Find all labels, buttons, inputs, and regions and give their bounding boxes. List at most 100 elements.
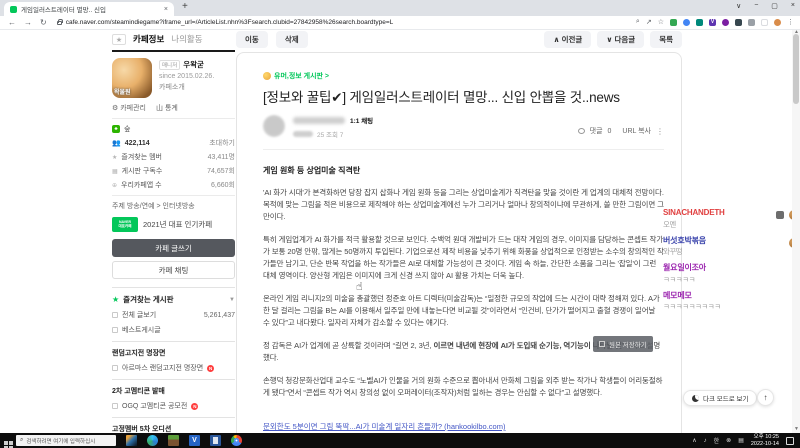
screen: 게임일러스트레이터 멸망.. 신입 × + ∨ − ▢ × ← → ↻ cafe… [0,0,800,448]
start-button[interactable] [0,432,16,448]
window-close-button[interactable]: × [791,2,795,10]
post-toolbar: 이동 삭제 ∧ 이전글 ∨ 다음글 목록 [236,28,682,52]
author-name-blurred [293,116,345,124]
maximize-button[interactable]: ▢ [771,2,778,10]
cafe-manage-link[interactable]: ⚙ 카페관리 [112,103,146,113]
extension-dark-icon[interactable] [735,18,742,26]
divider [112,118,235,119]
delete-button[interactable]: 삭제 [275,31,308,48]
tab-cafe-info[interactable]: 카페정보 [133,33,164,45]
secure-lock-icon[interactable] [56,18,64,25]
prev-post-button[interactable]: ∧ 이전글 [544,31,592,48]
board-icon [112,312,118,318]
extension-green-icon[interactable] [670,18,677,26]
chevron-down-icon[interactable]: ▼ [229,297,235,303]
reload-icon[interactable]: ↻ [40,18,47,27]
forward-icon[interactable]: → [24,18,32,27]
cafe-topic[interactable]: 주제 방송/연예 > 인터넷방송 [112,201,235,211]
cafe-chat-button[interactable]: 카페 채팅 [112,261,235,279]
move-button[interactable]: 이동 [236,31,268,48]
tab-search-icon[interactable]: ∨ [736,2,741,10]
list-button[interactable]: 목록 [650,31,682,48]
scroll-to-top-button[interactable]: ↑ [757,389,774,406]
taskbar-clock[interactable]: 오후 10:25 2022-10-14 [751,434,779,448]
extensions-puzzle-icon[interactable] [748,18,755,26]
tab-close-icon[interactable]: × [164,6,168,13]
chrome-icon[interactable] [231,435,242,446]
dark-mode-button[interactable]: 다크 모드로 보기 [683,390,758,406]
sidebar-section-audition: 고정멤버 5차 오디션 [112,417,235,434]
cafe-logo-image[interactable] [112,58,152,98]
notification-center-icon[interactable] [786,436,794,445]
extension-blue-icon[interactable] [683,18,690,26]
article-paragraph: 'AI 화가 시대'가 본격화하면 당장 잡지 삽화나 게임 원화 등을 그리는… [263,188,664,221]
cafe-award: NAVER 대표카페 2021년 대표 인기카페 [112,217,235,232]
zoom-icon[interactable]: ⌕ [636,18,640,26]
one-to-one-chat-badge[interactable]: 1:1 채팅 [350,115,373,125]
system-tray: ∧ ♪ 한 ⊗ ▤ 오후 10:25 2022-10-14 [692,434,800,448]
cafe-write-button[interactable]: 카페 글쓰기 [112,239,235,257]
manager-badge: 매니저 [159,59,181,70]
cafe-stats-link[interactable]: ⼭ 통계 [156,103,178,113]
sidebar-item-best-posts[interactable]: 베스트게시글 [112,325,235,335]
cafe-grade-tree-icon: ♣ [112,125,120,133]
tab-my-activity[interactable]: 나의활동 [171,33,202,45]
extension-teal-icon[interactable] [696,18,703,26]
next-post-button[interactable]: ∨ 다음글 [597,31,645,48]
back-icon[interactable]: ← [8,18,16,27]
minimize-button[interactable]: − [754,2,758,10]
article-source-link[interactable]: 문외한도 5분이면 그림 뚝딱...AI가 미술계 일자리 흔들까? (hank… [263,421,505,432]
sidebar-item-all-posts[interactable]: 전체 글보기 5,261,437 [112,310,235,320]
invite-link[interactable]: 초대하기 [209,138,235,148]
profile-avatar-icon[interactable] [774,18,781,26]
chat-message: ㅋㅋㅋㅋㅋ [663,274,696,284]
board-link[interactable]: 유머,정보 게시판 > [263,71,664,81]
tray-panel-icon[interactable]: ▤ [738,437,744,444]
volume-icon[interactable]: ♪ [704,438,707,444]
bookmark-star-icon[interactable]: ☆ [658,18,664,26]
extension-white-icon[interactable] [761,18,768,26]
chat-username: 월요일이조아 [663,263,706,273]
board-icon [112,403,118,409]
browser-tab[interactable]: 게임일러스트레이터 멸망.. 신입 × [4,2,174,16]
cafe-intro-link[interactable]: 카페소개 [159,82,214,92]
cafe-app-label: 우리카페앱 수 [121,182,162,189]
chrome-menu-icon[interactable]: ⋮ [787,18,794,26]
board-emoji-icon [263,72,271,80]
post-more-icon[interactable]: ⋮ [656,127,664,136]
article-paragraph: 특히 게임업계가 AI 화가를 적극 활용할 것으로 보인다. 수백억 원대 개… [263,235,664,280]
tray-x-icon[interactable]: ⊗ [726,437,731,444]
cafe-profile: 매니저 우왁굳 since 2015.02.26. 카페소개 [112,58,235,98]
new-tab-button[interactable]: + [182,1,188,12]
taskbar-image-app-icon[interactable] [126,435,137,446]
document-app-icon[interactable] [210,435,221,446]
url-text[interactable]: cafe.naver.com/steamindiegame?iframe_url… [66,19,394,26]
comment-label[interactable]: 댓글 [590,126,603,136]
article-paragraph: 손행덕 청강문화산업대 교수도 “노벨AI가 인물을 거의 원화 수준으로 뽑아… [263,376,663,397]
search-icon: ⌕ [20,437,24,443]
manager-name[interactable]: 우왁굳 [183,59,204,70]
ime-icon[interactable]: 한 [714,436,720,445]
url-copy-button[interactable]: URL 복사 [622,126,651,136]
edge-icon[interactable] [147,435,158,446]
favorite-boards-header[interactable]: ★ 즐겨찾는 게시판 ▼ [112,287,235,305]
favorite-cafe-star-icon[interactable]: ★ [112,33,126,45]
extension-v-icon[interactable]: V [709,18,716,26]
new-badge-icon: N [207,364,215,372]
gear-icon: ⚙ [112,105,119,112]
page-scrollbar[interactable]: ▲ ▼ [792,29,800,433]
scroll-down-arrow-icon[interactable]: ▼ [794,426,799,432]
sidebar-item-ogq[interactable]: OGQ 고멤티콘 공모전 N [112,401,235,411]
share-icon[interactable]: ↗ [646,18,652,26]
scrollbar-thumb[interactable] [793,34,799,104]
author-avatar[interactable] [263,115,285,137]
board-subs-icon: ▦ [112,168,118,175]
minecraft-icon[interactable] [168,435,179,446]
tray-expand-icon[interactable]: ∧ [692,437,696,444]
sidebar-item-armas[interactable]: 아르마스 랜덤고지전 명장면 N [112,363,235,373]
board-icon [112,365,118,371]
v-app-icon[interactable]: V [189,435,200,446]
extension-purple-icon[interactable] [722,18,729,26]
taskbar-search[interactable]: ⌕ 검색하려면 여기에 입력하십시 [16,435,116,446]
save-original-tooltip[interactable]: 원본 저장하기 [593,336,653,352]
